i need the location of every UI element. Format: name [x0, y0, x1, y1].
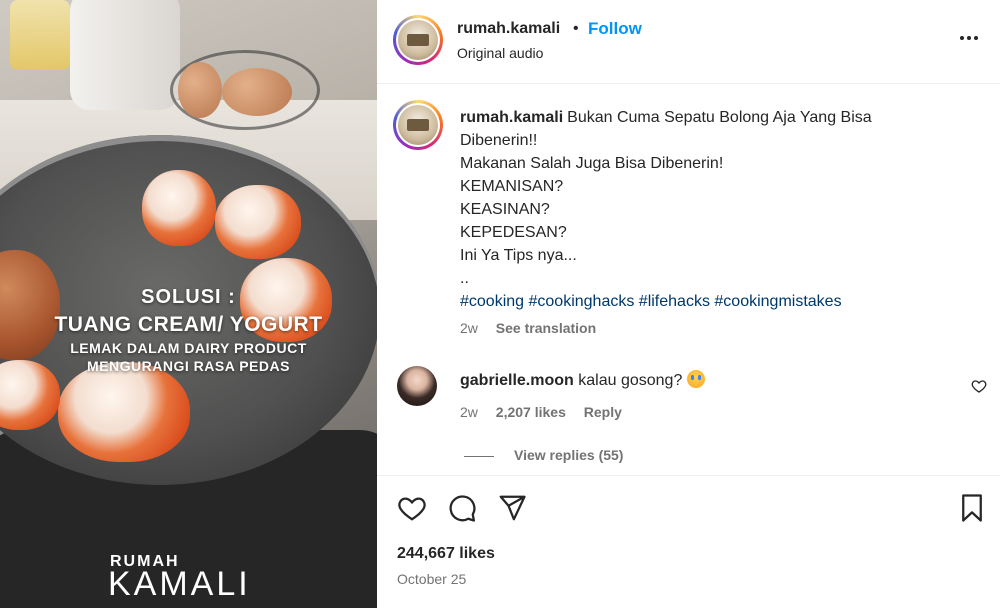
overlay-text-detail: LEMAK DALAM DAIRY PRODUCT: [70, 340, 307, 356]
hashtag-link[interactable]: #lifehacks: [639, 293, 710, 310]
view-replies-label: View replies (55): [514, 447, 624, 463]
post-actions-bar: [377, 475, 1000, 608]
follow-button[interactable]: Follow: [588, 19, 642, 39]
caption-text: KEASINAN?: [460, 201, 550, 218]
comment: gabrielle.moon kalau gosong?: [460, 370, 705, 390]
separator-dot: •: [573, 20, 579, 37]
post-likes-count[interactable]: 244,667 likes: [397, 545, 495, 563]
raw-egg-image: [178, 62, 222, 118]
comment-text: kalau gosong?: [578, 372, 683, 389]
post-caption: rumah.kamali Bukan Cuma Sepatu Bolong Aja…: [460, 106, 980, 313]
hashtag-link[interactable]: #cooking: [460, 293, 524, 310]
jar-image: [10, 0, 70, 70]
raw-egg-image: [222, 68, 292, 116]
caption-text: Dibenerin!!: [460, 132, 538, 149]
original-audio-link[interactable]: Original audio: [457, 45, 543, 61]
hashtag-link[interactable]: #cookinghacks: [529, 293, 635, 310]
caption-text: ..: [460, 270, 469, 287]
kettle-image: [70, 0, 180, 110]
post-media-video[interactable]: SOLUSI : TUANG CREAM/ YOGURT LEMAK DALAM…: [0, 0, 377, 608]
header-username[interactable]: rumah.kamali: [457, 20, 560, 38]
crying-face-icon: [686, 370, 705, 388]
overlay-text-tip: TUANG CREAM/ YOGURT: [54, 313, 323, 336]
caption-text: Ini Ya Tips nya...: [460, 247, 577, 264]
comment-meta: 2w 2,207 likes Reply: [460, 404, 622, 420]
comment-bubble-icon[interactable]: [447, 493, 477, 523]
brand-watermark-bottom: KAMALI: [108, 565, 251, 603]
avatar[interactable]: [393, 100, 443, 150]
post-date[interactable]: October 25: [397, 571, 466, 587]
reply-button[interactable]: Reply: [584, 404, 622, 420]
see-translation-button[interactable]: See translation: [496, 320, 596, 336]
comment-likes[interactable]: 2,207 likes: [496, 404, 566, 420]
comment-timestamp[interactable]: 2w: [460, 404, 478, 420]
like-heart-icon[interactable]: [397, 493, 427, 523]
replies-divider: [464, 455, 494, 457]
like-comment-heart-icon[interactable]: [971, 378, 987, 394]
caption-text: KEPEDESAN?: [460, 224, 567, 241]
balado-egg-image: [58, 362, 190, 462]
comment-username[interactable]: gabrielle.moon: [460, 372, 574, 389]
post-header: rumah.kamali • Follow Original audio: [377, 0, 1000, 84]
more-options-icon[interactable]: [957, 26, 981, 50]
hashtag-list: #cooking #cookinghacks #lifehacks #cooki…: [460, 290, 980, 313]
bookmark-save-icon[interactable]: [957, 493, 987, 523]
balado-egg-image: [215, 185, 301, 259]
caption-text: KEMANISAN?: [460, 178, 564, 195]
caption-text: Makanan Salah Juga Bisa Dibenerin!: [460, 155, 724, 172]
view-replies-button[interactable]: View replies (55): [464, 447, 623, 463]
avatar[interactable]: [393, 15, 443, 65]
avatar[interactable]: [397, 366, 437, 406]
caption-text: Bukan Cuma Sepatu Bolong Aja Yang Bisa: [567, 109, 872, 126]
balado-egg-image: [142, 170, 216, 246]
caption-username[interactable]: rumah.kamali: [460, 109, 563, 126]
overlay-text-solution: SOLUSI :: [141, 286, 236, 308]
hashtag-link[interactable]: #cookingmistakes: [714, 293, 841, 310]
caption-timestamp[interactable]: 2w: [460, 320, 478, 336]
caption-meta: 2w See translation: [460, 320, 596, 336]
overlay-text-detail: MENGURANGI RASA PEDAS: [87, 358, 290, 374]
share-send-icon[interactable]: [497, 493, 527, 523]
post-details-panel: rumah.kamali • Follow Original audio rum…: [377, 0, 1000, 608]
